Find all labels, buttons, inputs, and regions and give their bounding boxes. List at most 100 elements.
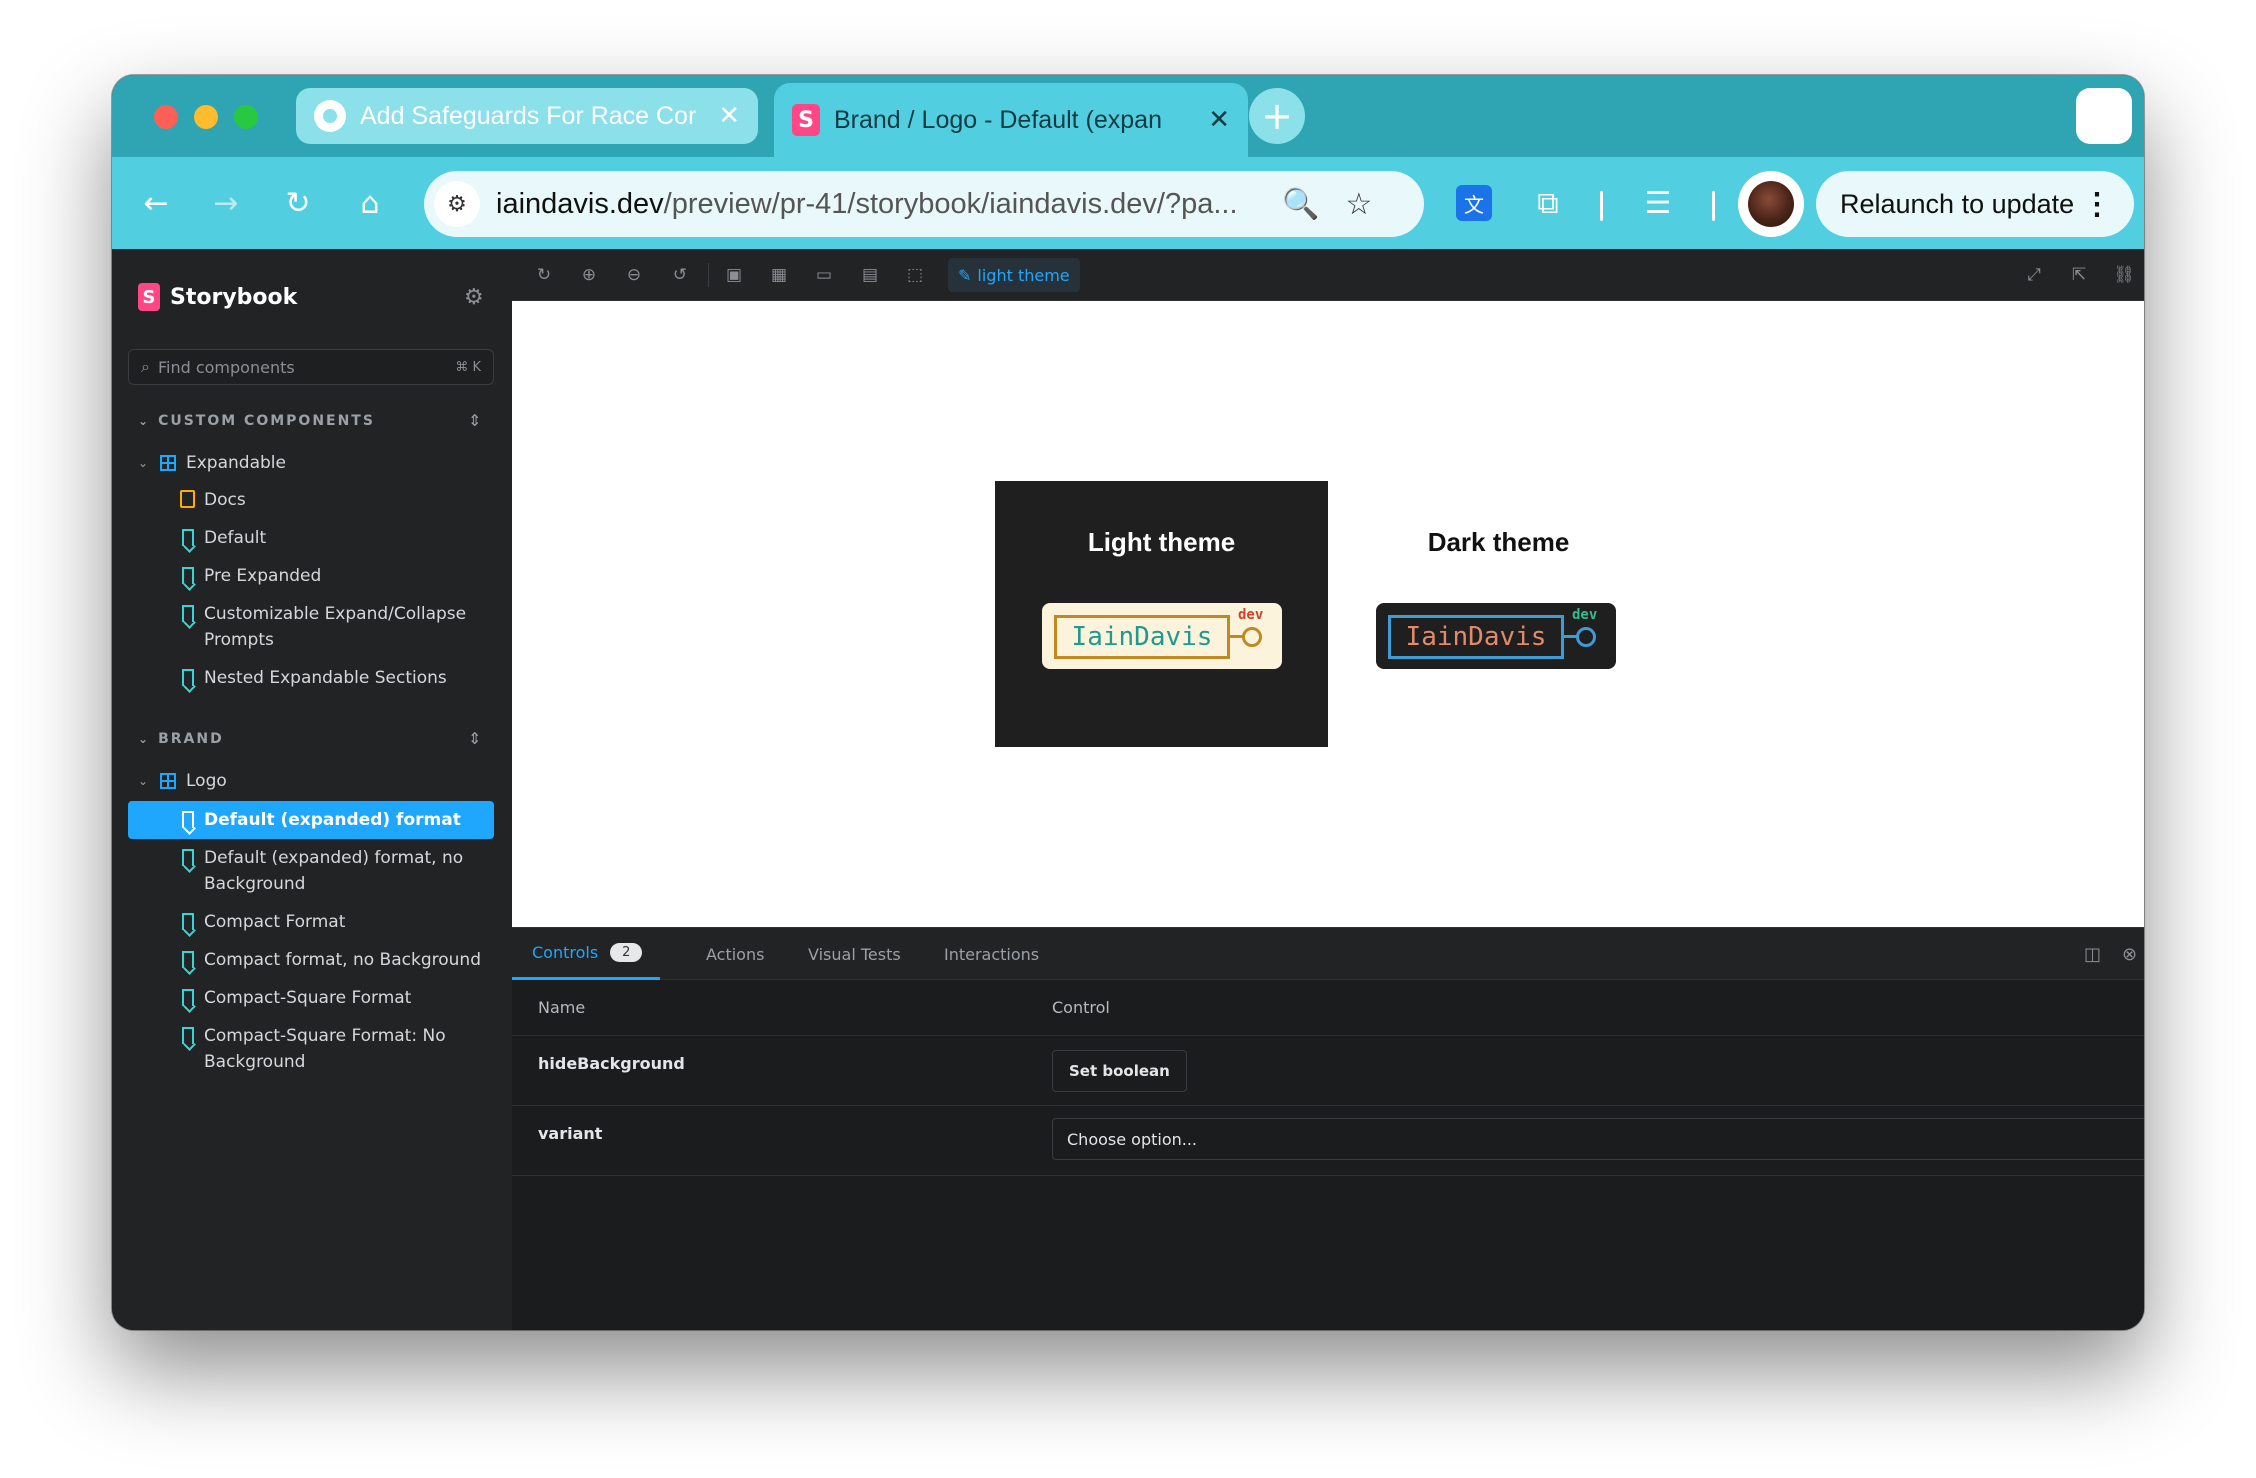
tab-actions[interactable]: Actions [706, 928, 764, 980]
sidebar-item-compact-format[interactable]: Compact Format [128, 903, 494, 941]
group-header-custom-components[interactable]: ⌄ CUSTOM COMPONENTS [138, 413, 375, 429]
tab-storybook[interactable]: S Brand / Logo - Default (expan ✕ [774, 83, 1248, 157]
bookmark-icon [182, 567, 194, 584]
bookmark-icon [182, 669, 194, 686]
forward-icon[interactable]: → [208, 185, 244, 221]
menu-icon[interactable]: ⋮ [2082, 187, 2112, 222]
collapse-all-icon[interactable]: ⇕ [468, 411, 481, 430]
sidebar-item-default[interactable]: Default [128, 519, 494, 557]
component-icon [160, 773, 176, 789]
set-boolean-button[interactable]: Set boolean [1052, 1050, 1187, 1092]
bookmark-icon [182, 529, 194, 546]
close-panel-icon[interactable]: ⊗ [2122, 944, 2137, 965]
background-icon[interactable]: ▣ [722, 263, 746, 287]
control-row-variant: variant Choose option... ⌄ [512, 1106, 2144, 1176]
bookmark-icon [182, 913, 194, 930]
toolbar-divider [1600, 191, 1603, 221]
column-name: Name [538, 998, 586, 1017]
logo-light: IainDavis dev [1042, 603, 1282, 669]
address-bar[interactable]: ⚙ iaindavis.dev/preview/pr-41/storybook/… [424, 171, 1424, 237]
new-tab-button[interactable]: + [1249, 88, 1305, 144]
sidebar-item-customizable-prompts[interactable]: Customizable Expand/Collapse Prompts [128, 595, 494, 659]
gear-icon[interactable]: ⚙ [464, 285, 484, 310]
fullscreen-icon[interactable]: ⤢ [2022, 263, 2046, 287]
extensions-icon[interactable]: ⧉ [1530, 185, 1566, 221]
home-icon[interactable]: ⌂ [352, 185, 388, 221]
maximize-window-button[interactable] [234, 105, 258, 129]
url-text[interactable]: iaindavis.dev/preview/pr-41/storybook/ia… [496, 188, 1256, 221]
logo-tag: dev [1238, 607, 1264, 623]
logo-dark: IainDavis dev [1376, 603, 1616, 669]
select-value: Choose option... [1067, 1129, 1198, 1149]
dark-theme-title: Dark theme [1427, 527, 1570, 557]
close-tab-icon[interactable]: ✕ [1208, 107, 1230, 133]
addons-tabs: Controls 2 Actions Visual Tests Interact… [512, 928, 2144, 980]
sidebar-item-default-expanded[interactable]: Default (expanded) format [128, 801, 494, 839]
zoom-in-icon[interactable]: ⊕ [577, 263, 601, 287]
zoom-out-icon[interactable]: ⊖ [622, 263, 646, 287]
profile-avatar[interactable] [1738, 171, 1804, 237]
sidebar: S Storybook ⚙ ⌕ Find components ⌘ K ⌄ CU… [112, 249, 512, 1330]
controls-header: Name Control ↶ [512, 980, 2144, 1036]
relaunch-button[interactable]: Relaunch to update ⋮ [1816, 171, 2134, 237]
tab-interactions[interactable]: Interactions [944, 928, 1039, 980]
sidebar-item-default-expanded-no-bg[interactable]: Default (expanded) format, no Background [128, 839, 494, 903]
controls-count-badge: 2 [610, 943, 643, 962]
sidebar-item-pre-expanded[interactable]: Pre Expanded [128, 557, 494, 595]
theme-toggle-button[interactable]: ✎ light theme [948, 258, 1080, 292]
viewport-icon[interactable]: ▭ [812, 263, 836, 287]
remount-icon[interactable]: ↻ [532, 263, 556, 287]
close-window-button[interactable] [154, 105, 178, 129]
variant-select[interactable]: Choose option... ⌄ [1052, 1118, 2144, 1160]
panel-orientation-icon[interactable]: ◫ [2084, 944, 2101, 965]
sidebar-item-compact-square-no-bg[interactable]: Compact-Square Format: No Background [128, 1017, 494, 1081]
grid-icon[interactable]: ▦ [767, 263, 791, 287]
search-input[interactable]: ⌕ Find components ⌘ K [128, 349, 494, 385]
toolbar-divider [1712, 191, 1715, 221]
translate-icon[interactable]: 文 [1456, 185, 1492, 221]
logo-ring [1576, 627, 1596, 647]
browser-toolbar: ← → ↻ ⌂ ⚙ iaindavis.dev/preview/pr-41/st… [112, 157, 2144, 249]
measure-icon[interactable]: ▤ [858, 263, 882, 287]
reload-icon[interactable]: ↻ [280, 185, 316, 221]
bookmark-star-icon[interactable]: ☆ [1345, 187, 1372, 222]
control-row-hideBackground: hideBackground Set boolean [512, 1036, 2144, 1106]
chevron-down-icon: ⌄ [138, 456, 149, 470]
pencil-icon: ✎ [958, 265, 972, 285]
zoom-icon[interactable]: 🔍 [1282, 187, 1319, 222]
tab-search-button[interactable] [2076, 88, 2132, 144]
collapse-all-icon[interactable]: ⇕ [468, 729, 481, 748]
open-new-tab-icon[interactable]: ⇱ [2067, 263, 2091, 287]
logo-wordmark: IainDavis [1388, 615, 1564, 659]
bookmark-icon [182, 605, 194, 622]
control-name: hideBackground [538, 1054, 685, 1073]
logo-tag: dev [1572, 607, 1598, 623]
sidebar-item-compact-square[interactable]: Compact-Square Format [128, 979, 494, 1017]
sidebar-component-expandable[interactable]: ⌄ Expandable [128, 445, 494, 481]
main-area: ↻ ⊕ ⊖ ↺ ▣ ▦ ▭ ▤ ⬚ ✎ light theme ⤢ ⇱ ⛓ Li… [512, 249, 2144, 1330]
reading-list-icon[interactable]: ☰ [1640, 185, 1676, 221]
github-icon [314, 100, 346, 132]
control-name: variant [538, 1124, 603, 1143]
sidebar-item-nested-sections[interactable]: Nested Expandable Sections [128, 659, 494, 697]
back-icon[interactable]: ← [138, 185, 174, 221]
logo-wordmark: IainDavis [1054, 615, 1230, 659]
zoom-reset-icon[interactable]: ↺ [668, 263, 692, 287]
site-settings-icon[interactable]: ⚙ [434, 181, 480, 227]
sidebar-component-logo[interactable]: ⌄ Logo [128, 763, 494, 799]
bookmark-icon [182, 1027, 194, 1044]
tab-visual-tests[interactable]: Visual Tests [808, 928, 901, 980]
search-icon: ⌕ [141, 357, 150, 376]
component-icon [160, 455, 176, 471]
tab-controls[interactable]: Controls 2 [512, 928, 661, 980]
sidebar-item-docs[interactable]: Docs [128, 481, 494, 519]
group-header-brand[interactable]: ⌄ BRAND [138, 731, 224, 747]
tab-title: Brand / Logo - Default (expan [834, 105, 1162, 134]
storybook-logo[interactable]: S Storybook [138, 283, 297, 311]
close-tab-icon[interactable]: ✕ [718, 103, 740, 129]
outline-icon[interactable]: ⬚ [903, 263, 927, 287]
tab-github[interactable]: Add Safeguards For Race Cor ✕ [296, 88, 758, 144]
minimize-window-button[interactable] [194, 105, 218, 129]
sidebar-item-compact-no-bg[interactable]: Compact format, no Background [128, 941, 494, 979]
copy-link-icon[interactable]: ⛓ [2112, 263, 2136, 287]
